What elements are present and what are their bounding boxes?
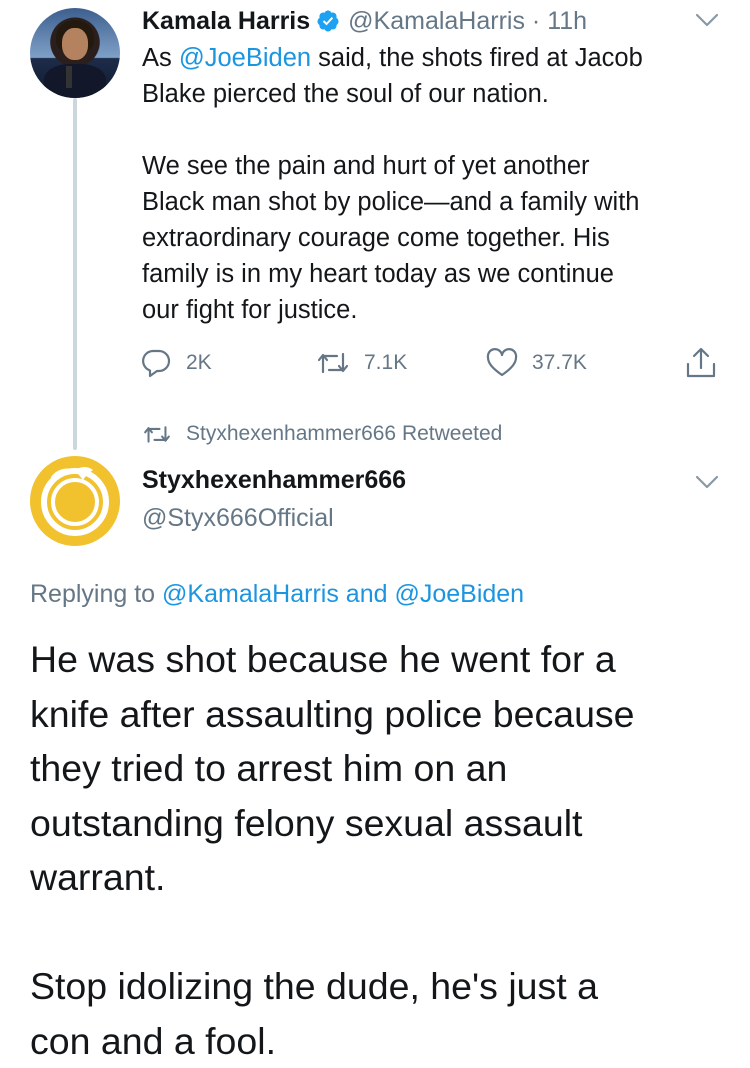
retweet-button[interactable]: 7.1K (316, 348, 407, 378)
reply-text-line: warrant. (30, 850, 720, 905)
retweet-icon (316, 348, 350, 378)
retweet-small-icon (142, 423, 172, 445)
reply-count: 2K (186, 351, 212, 375)
ouroboros-logo-icon (30, 456, 120, 546)
reply-tweet-text: He was shot because he went for a knife … (30, 632, 720, 1068)
replying-and[interactable]: and (339, 580, 395, 608)
mention-link[interactable]: @KamalaHarris (162, 580, 339, 608)
tweet-text: As @JoeBiden said, the shots fired at Ja… (142, 40, 732, 328)
chevron-down-icon[interactable] (694, 474, 720, 490)
author-name[interactable]: Styxhexenhammer666 (142, 466, 406, 495)
avatar[interactable] (30, 8, 120, 98)
replying-label: Replying to (30, 580, 162, 608)
tweet-header: Kamala Harris @KamalaHarris · 11h (142, 4, 587, 38)
like-count: 37.7K (532, 351, 587, 375)
tweet-text-line: As @JoeBiden said, the shots fired at Ja… (142, 40, 732, 76)
tweet-text-line: family is in my heart today as we contin… (142, 256, 732, 292)
tweet-text-line: Blake pierced the soul of our nation. (142, 76, 732, 112)
reply-text-line: He was shot because he went for a (30, 632, 720, 687)
chevron-down-icon[interactable] (694, 12, 720, 28)
tweet-text-fragment: said, the shots fired at Jacob (311, 44, 643, 72)
thread-line (73, 98, 77, 450)
reply-text-line: they tried to arrest him on an (30, 741, 720, 796)
tweet-text-line: Black man shot by police—and a family wi… (142, 184, 732, 220)
avatar-microphone (66, 66, 72, 88)
like-icon (486, 348, 518, 378)
author-handle[interactable]: @Styx666Official (142, 504, 334, 533)
tweet-text-line: We see the pain and hurt of yet another (142, 148, 732, 184)
like-button[interactable]: 37.7K (486, 348, 587, 378)
reply-text-line: outstanding felony sexual assault (30, 796, 720, 851)
separator-dot: · (525, 7, 547, 36)
avatar-body (44, 64, 106, 98)
author-handle[interactable]: @KamalaHarris (348, 7, 525, 36)
tweet-time[interactable]: 11h (547, 7, 587, 36)
replying-to: Replying to @KamalaHarris and @JoeBiden (30, 580, 524, 609)
retweet-notice-text: Styxhexenhammer666 Retweeted (186, 422, 502, 446)
reply-text-line: Stop idolizing the dude, he's just a (30, 959, 720, 1014)
mention-link[interactable]: @JoeBiden (179, 44, 311, 72)
tweet-text-line: our fight for justice. (142, 292, 732, 328)
reply-button[interactable]: 2K (140, 348, 212, 378)
author-name[interactable]: Kamala Harris (142, 7, 310, 36)
mention-link[interactable]: @JoeBiden (394, 580, 524, 608)
reply-text-line: knife after assaulting police because (30, 687, 720, 742)
share-button[interactable] (684, 346, 732, 380)
verified-badge-icon (316, 9, 340, 33)
tweet-text-line: extraordinary courage come together. His (142, 220, 732, 256)
share-icon (684, 346, 718, 380)
tweet-text-fragment: As (142, 44, 179, 72)
avatar[interactable] (30, 456, 120, 546)
reply-text-line: con and a fool. (30, 1014, 720, 1068)
retweet-count: 7.1K (364, 351, 407, 375)
avatar-face (62, 28, 88, 60)
reply-icon (140, 348, 172, 378)
retweet-notice[interactable]: Styxhexenhammer666 Retweeted (142, 422, 502, 446)
